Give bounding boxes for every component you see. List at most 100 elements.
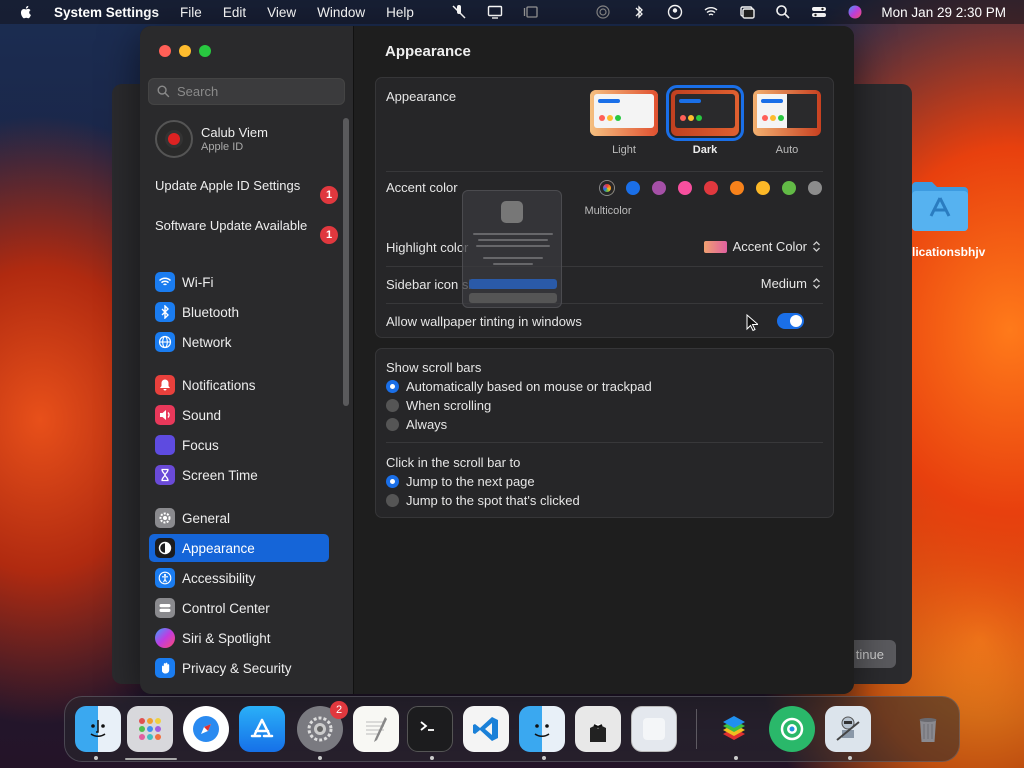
terminal-icon[interactable] — [407, 706, 453, 752]
automator-icon[interactable] — [825, 706, 871, 752]
safari-icon[interactable] — [183, 706, 229, 752]
accent-color-dot[interactable] — [756, 181, 770, 195]
user-icon[interactable] — [667, 4, 683, 20]
accent-color-dot[interactable] — [652, 181, 666, 195]
accent-color-dot[interactable] — [626, 181, 640, 195]
wallpaper-tinting-label: Allow wallpaper tinting in windows — [386, 314, 582, 329]
app-store-icon[interactable] — [239, 706, 285, 752]
sidebar-item-accessibility[interactable]: Accessibility — [149, 564, 329, 592]
sidebar-item-label: Accessibility — [182, 570, 256, 586]
sidebar-item-label: Siri & Spotlight — [182, 630, 271, 646]
dock: 2 — [64, 696, 960, 762]
appearance-light-thumb[interactable] — [590, 90, 658, 136]
sidebar-item-bluetooth[interactable]: Bluetooth — [149, 298, 329, 326]
view-menu[interactable]: View — [267, 5, 296, 20]
find-my-icon[interactable] — [769, 706, 815, 752]
app-menu[interactable]: System Settings — [54, 5, 159, 20]
help-menu[interactable]: Help — [386, 5, 414, 20]
appearance-pane: Appearance Appearance Light Dark Auto Ac… — [355, 26, 854, 694]
bell-icon — [155, 375, 175, 395]
accent-color-label: Accent color — [386, 180, 458, 195]
close-button[interactable] — [159, 45, 171, 57]
software-update-item[interactable]: Software Update Available 1 — [155, 218, 338, 244]
sidebar-icon-size-value: Medium — [760, 276, 807, 291]
bluetooth-off-icon[interactable] — [631, 4, 647, 20]
finder-icon[interactable] — [75, 706, 121, 752]
notice-badge: 1 — [320, 226, 338, 244]
radio-label: Automatically based on mouse or trackpad — [406, 379, 652, 394]
sidebar-item-control-center[interactable]: Control Center — [149, 594, 329, 622]
moon-icon[interactable] — [559, 4, 575, 20]
accent-color-dot[interactable] — [704, 181, 718, 195]
stepper-arrows-icon — [813, 241, 820, 252]
finder-window-icon[interactable] — [519, 706, 565, 752]
file-menu[interactable]: File — [180, 5, 202, 20]
highlight-color-popup[interactable]: Accent Color — [703, 239, 821, 254]
wifi-status-icon[interactable] — [703, 4, 719, 20]
apple-menu-icon[interactable] — [18, 4, 34, 20]
finder-running-dot — [94, 756, 98, 760]
click-next-page-radio[interactable]: Jump to the next page — [386, 474, 535, 489]
wallpaper-tinting-toggle[interactable] — [777, 313, 804, 329]
apple-id-row[interactable]: Calub Viem Apple ID — [155, 120, 268, 158]
highlight-color-label: Highlight color — [386, 240, 469, 255]
spotlight-search-icon[interactable] — [775, 4, 791, 20]
appearance-auto-thumb[interactable] — [753, 90, 821, 136]
divider — [386, 303, 823, 304]
sidebar-item-general[interactable]: General — [149, 504, 329, 532]
dock-separator — [696, 709, 697, 749]
display-icon[interactable] — [487, 4, 503, 20]
sidebar-item-label: Sound — [182, 407, 222, 423]
click-spot-radio[interactable]: Jump to the spot that's clicked — [386, 493, 580, 508]
sidebar-item-wifi[interactable]: Wi-Fi — [149, 268, 329, 296]
siri-icon[interactable] — [847, 4, 863, 20]
bluetooth-icon — [155, 302, 175, 322]
sidebar-icon-size-popup[interactable]: Medium — [761, 276, 821, 291]
bartender-icon[interactable] — [575, 706, 621, 752]
scroll-always-radio[interactable]: Always — [386, 417, 447, 432]
sidebar-item-screen-time[interactable]: Screen Time — [149, 461, 329, 489]
launchpad-icon[interactable] — [127, 706, 173, 752]
trash-icon[interactable] — [905, 706, 951, 752]
sidebar-item-siri-spotlight[interactable]: Siri & Spotlight — [149, 624, 329, 652]
sidebar-item-sound[interactable]: Sound — [149, 401, 329, 429]
folder-label: licationsbhjv — [912, 245, 986, 259]
sidebar-item-focus[interactable]: Focus — [149, 431, 329, 459]
scroll-when-scrolling-radio[interactable]: When scrolling — [386, 398, 491, 413]
sidebar-item-notifications[interactable]: Notifications — [149, 371, 329, 399]
sidebar-item-privacy-security[interactable]: Privacy & Security — [149, 654, 329, 682]
radio-label: Jump to the spot that's clicked — [406, 493, 580, 508]
vscode-icon[interactable] — [463, 706, 509, 752]
bluestacks-icon[interactable] — [711, 706, 757, 752]
textedit-icon[interactable] — [353, 706, 399, 752]
zoom-button[interactable] — [199, 45, 211, 57]
dock-indicator — [125, 758, 177, 760]
edit-menu[interactable]: Edit — [223, 5, 246, 20]
minimize-button[interactable] — [179, 45, 191, 57]
scroll-bars-panel: Show scroll bars Automatically based on … — [375, 348, 834, 518]
accent-color-dot[interactable] — [808, 181, 822, 195]
accent-multicolor-dot[interactable] — [600, 181, 614, 195]
folder-icon[interactable] — [910, 180, 970, 232]
control-center-icon[interactable] — [811, 4, 827, 20]
airdrop-icon[interactable] — [595, 4, 611, 20]
mic-muted-icon[interactable] — [451, 4, 467, 20]
accent-color-dot[interactable] — [730, 181, 744, 195]
stage-manager-icon[interactable] — [523, 4, 539, 20]
appearance-dark-thumb[interactable] — [666, 85, 744, 141]
search-field[interactable]: Search — [148, 78, 345, 105]
accent-color-dot[interactable] — [782, 181, 796, 195]
preview-icon[interactable] — [631, 706, 677, 752]
menu-clock[interactable]: Mon Jan 29 2:30 PM — [881, 5, 1006, 20]
stepper-arrows-icon — [813, 278, 820, 289]
sidebar-item-network[interactable]: Network — [149, 328, 329, 356]
screen-mirroring-icon[interactable] — [739, 4, 756, 20]
sidebar-item-label: Wi-Fi — [182, 274, 214, 290]
accent-color-dot[interactable] — [678, 181, 692, 195]
window-menu[interactable]: Window — [317, 5, 365, 20]
sidebar-scrollbar[interactable] — [343, 118, 349, 406]
sidebar-item-appearance[interactable]: Appearance — [149, 534, 329, 562]
automator-running-dot — [848, 756, 852, 760]
update-apple-id-item[interactable]: Update Apple ID Settings 1 — [155, 178, 338, 204]
scroll-auto-radio[interactable]: Automatically based on mouse or trackpad — [386, 379, 652, 394]
